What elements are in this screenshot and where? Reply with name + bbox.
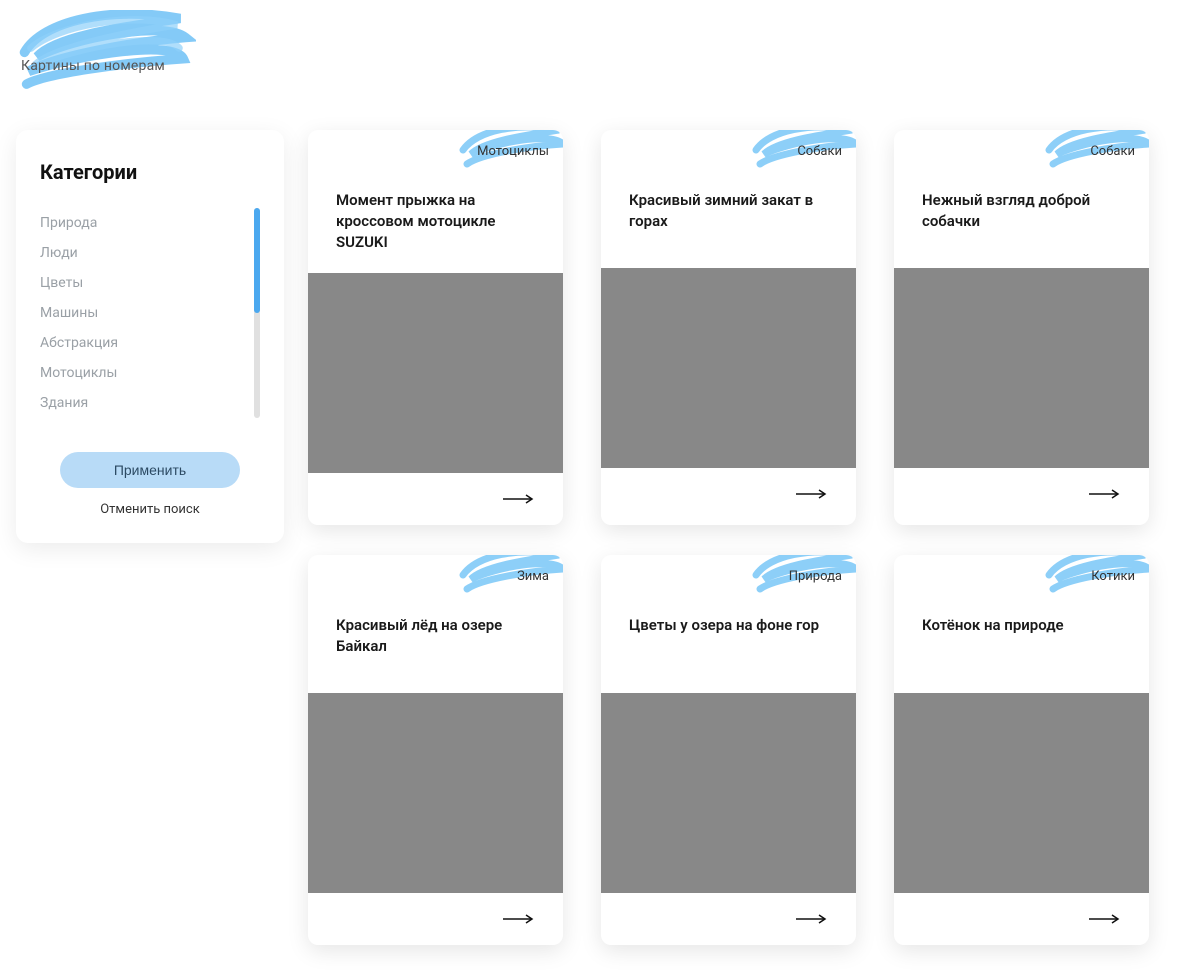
arrow-right-icon[interactable] <box>1089 914 1121 924</box>
brush-icon <box>16 10 196 95</box>
cancel-search-link[interactable]: Отменить поиск <box>40 502 260 517</box>
category-item[interactable]: Мотоциклы <box>40 358 242 388</box>
category-scrollbar[interactable] <box>254 208 260 418</box>
category-item[interactable]: Люди <box>40 238 242 268</box>
card-image <box>601 693 856 893</box>
card-title: Красивый лёд на озере Байкал <box>336 615 535 657</box>
arrow-right-icon[interactable] <box>796 489 828 499</box>
category-item[interactable]: Машины <box>40 298 242 328</box>
product-card[interactable]: Природа Цветы у озера на фоне гор <box>601 555 856 945</box>
category-item[interactable]: Здания <box>40 388 242 418</box>
card-title: Нежный взгляд доброй собачки <box>922 190 1121 232</box>
card-image <box>308 693 563 893</box>
product-grid: Мотоциклы Момент прыжка на кроссовом мот… <box>308 130 1164 945</box>
scrollbar-thumb[interactable] <box>254 208 260 313</box>
product-card[interactable]: Мотоциклы Момент прыжка на кроссовом мот… <box>308 130 563 525</box>
card-title: Котёнок на природе <box>922 615 1121 636</box>
card-image <box>894 268 1149 468</box>
category-sidebar: Категории Природа Люди Цветы Машины Абст… <box>16 130 284 543</box>
card-title: Момент прыжка на кроссовом мотоцикле SUZ… <box>336 190 535 253</box>
category-item[interactable]: Абстракция <box>40 328 242 358</box>
site-title: Картины по номерам <box>21 58 165 74</box>
sidebar-heading: Категории <box>40 160 260 184</box>
category-list: Природа Люди Цветы Машины Абстракция Мот… <box>40 208 242 418</box>
product-card[interactable]: Зима Красивый лёд на озере Байкал <box>308 555 563 945</box>
category-item[interactable]: Цветы <box>40 268 242 298</box>
product-card[interactable]: Котики Котёнок на природе <box>894 555 1149 945</box>
arrow-right-icon[interactable] <box>503 914 535 924</box>
apply-button[interactable]: Применить <box>60 452 240 488</box>
product-card[interactable]: Собаки Нежный взгляд доброй собачки <box>894 130 1149 525</box>
arrow-right-icon[interactable] <box>1089 489 1121 499</box>
card-image <box>601 268 856 468</box>
card-title: Красивый зимний закат в горах <box>629 190 828 232</box>
arrow-right-icon[interactable] <box>796 914 828 924</box>
category-item[interactable]: Природа <box>40 208 242 238</box>
card-image <box>894 693 1149 893</box>
card-title: Цветы у озера на фоне гор <box>629 615 828 636</box>
card-image <box>308 273 563 473</box>
site-logo[interactable]: Картины по номерам <box>16 10 196 110</box>
arrow-right-icon[interactable] <box>503 494 535 504</box>
product-card[interactable]: Собаки Красивый зимний закат в горах <box>601 130 856 525</box>
